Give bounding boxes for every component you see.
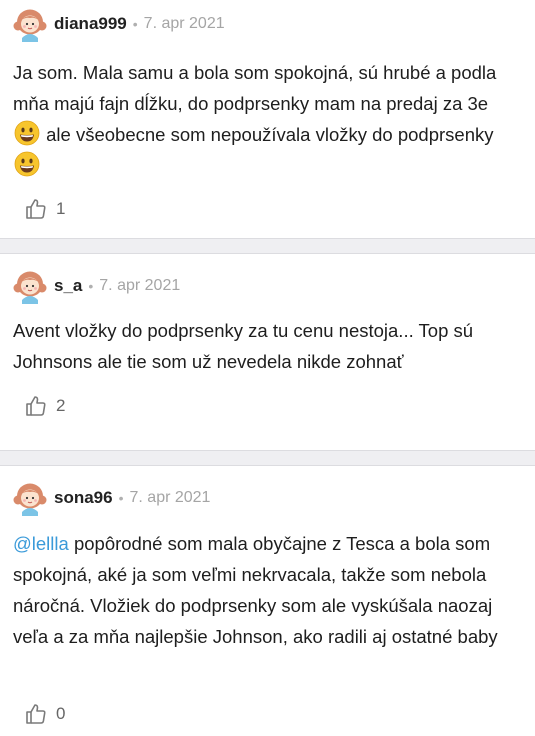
like-button[interactable]: 1	[24, 197, 65, 221]
comment-card: diana999 • 7. apr 2021 Ja som. Mala samu…	[0, 0, 535, 238]
thumbs-up-icon[interactable]	[24, 197, 48, 221]
user-mention-link[interactable]: @lellla	[13, 533, 69, 554]
comment-text-part: ale všeobecne som nepoužívala vložky do …	[41, 124, 494, 145]
username[interactable]: diana999	[54, 14, 127, 34]
comment-header: sona96 • 7. apr 2021	[12, 480, 210, 516]
comment-text: @lellla popôrodné som mala obyčajne z Te…	[13, 528, 521, 652]
like-button[interactable]: 0	[24, 702, 65, 726]
comment-date: 7. apr 2021	[129, 489, 211, 506]
separator-dot: •	[118, 490, 124, 506]
comment-text: Ja som. Mala samu a bola som spokojná, s…	[13, 57, 521, 181]
grinning-face-emoji-icon	[14, 120, 40, 146]
girl-avatar-icon[interactable]	[12, 6, 48, 42]
grinning-face-emoji-icon	[14, 151, 40, 177]
like-count: 2	[56, 396, 66, 415]
separator-dot: •	[88, 278, 94, 294]
like-count: 0	[56, 704, 66, 723]
separator-dot: •	[132, 16, 138, 32]
username[interactable]: s_a	[54, 276, 82, 296]
comment-text: Avent vložky do podprsenky za tu cenu ne…	[13, 320, 474, 372]
comment-card: sona96 • 7. apr 2021 @lellla popôrodné s…	[0, 466, 535, 736]
thumbs-up-icon[interactable]	[24, 702, 48, 726]
comment-text-part: Ja som. Mala samu a bola som spokojná, s…	[13, 62, 497, 114]
thumbs-up-icon[interactable]	[24, 394, 48, 418]
comment-header: diana999 • 7. apr 2021	[12, 6, 225, 42]
comment-header: s_a • 7. apr 2021	[12, 268, 180, 304]
comment-date: 7. apr 2021	[143, 15, 225, 32]
girl-avatar-icon[interactable]	[12, 268, 48, 304]
comment-card: s_a • 7. apr 2021 Avent vložky do podprs…	[0, 254, 535, 450]
girl-avatar-icon[interactable]	[12, 480, 48, 516]
comment-date: 7. apr 2021	[99, 277, 181, 294]
like-count: 1	[56, 199, 66, 218]
comment-text-part: popôrodné som mala obyčajne z Tesca a bo…	[13, 533, 498, 647]
comment-divider	[0, 238, 535, 254]
like-button[interactable]: 2	[24, 394, 65, 418]
comment-divider	[0, 450, 535, 466]
username[interactable]: sona96	[54, 488, 113, 508]
